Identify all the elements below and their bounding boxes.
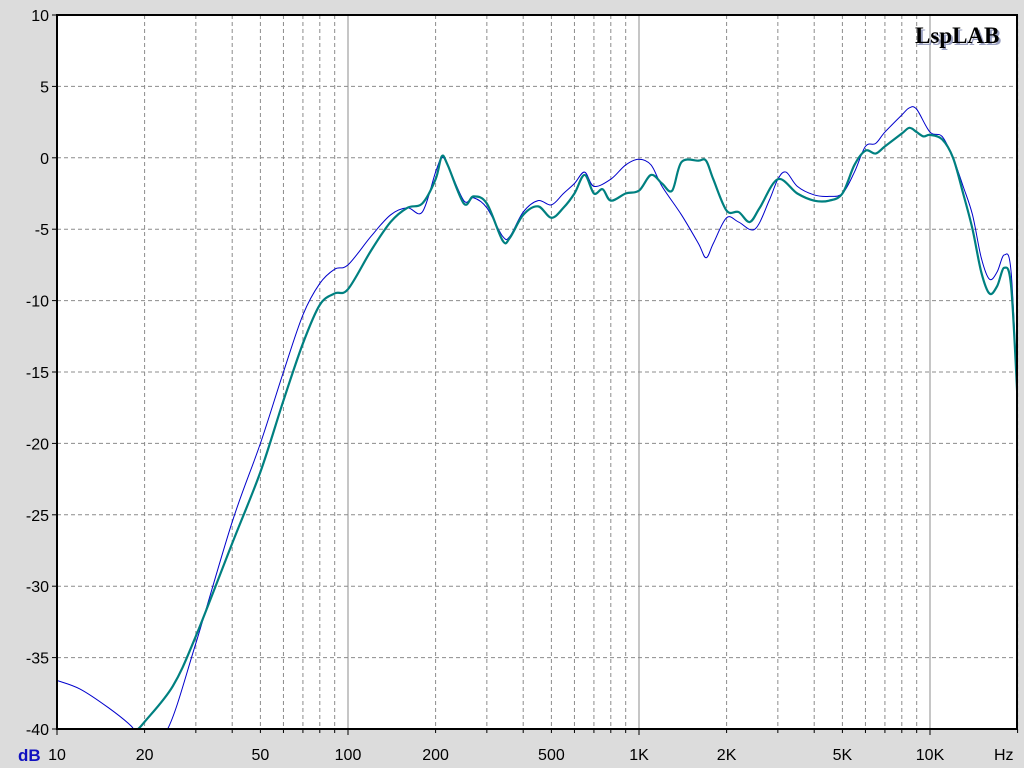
y-tick-label: -25 <box>26 508 49 525</box>
frequency-response-chart: 1050-5-10-15-20-25-30-35-40 10 20 50 100 200… <box>18 8 1019 765</box>
watermark-logo: LspLAB <box>915 23 999 48</box>
y-tick-label: -5 <box>35 222 49 239</box>
y-axis: 10 5 0 -5 -10 -15 -20 -25 -30 -35 -40 <box>26 8 49 739</box>
x-tick-label: 100 <box>335 747 362 764</box>
x-axis: 10 20 50 100 200 500 1K 2K 5K 10K <box>48 747 944 764</box>
x-tick-label: 200 <box>422 747 449 764</box>
x-tick-label: 2K <box>717 747 737 764</box>
y-tick-label: 0 <box>40 151 49 168</box>
y-tick-label: 5 <box>40 79 49 96</box>
x-axis-label: Hz <box>994 747 1014 764</box>
y-tick-label: -35 <box>26 651 49 668</box>
y-tick-label: 10 <box>31 8 49 25</box>
y-axis-label: dB <box>18 746 41 765</box>
x-tick-label: 500 <box>538 747 565 764</box>
x-tick-label: 5K <box>833 747 853 764</box>
y-tick-label: -30 <box>26 579 49 596</box>
x-tick-label: 1K <box>629 747 649 764</box>
y-tick-label: -10 <box>26 294 49 311</box>
x-tick-label: 50 <box>252 747 270 764</box>
x-tick-label: 20 <box>136 747 154 764</box>
y-tick-label: -20 <box>26 436 49 453</box>
x-tick-label: 10 <box>48 747 66 764</box>
x-tick-label: 10K <box>916 747 945 764</box>
y-tick-label: -40 <box>26 722 49 739</box>
y-tick-label: -15 <box>26 365 49 382</box>
